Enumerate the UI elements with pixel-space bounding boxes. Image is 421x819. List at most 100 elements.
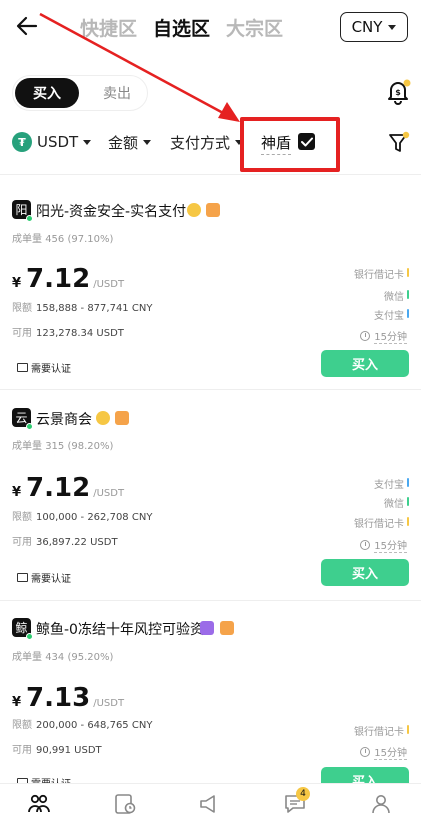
diamond-icon: [200, 621, 214, 635]
online-indicator: [26, 423, 33, 430]
divider: [0, 600, 421, 601]
payment-method: 银行借记卡: [354, 727, 404, 738]
currency-symbol: ¥: [12, 695, 22, 710]
p2p-icon[interactable]: [27, 792, 51, 816]
online-indicator: [26, 215, 33, 222]
limit-value: 158,888 - 877,741 CNY: [36, 303, 153, 314]
buy-tab[interactable]: 买入: [15, 78, 79, 108]
order-stats: 456 (97.10%): [45, 234, 114, 245]
notification-bell-icon[interactable]: $: [385, 78, 411, 106]
payment-color-bar: [407, 517, 409, 526]
payment-color-bar: [407, 268, 409, 277]
chat-badge: 4: [296, 787, 310, 801]
available-label: 可用: [12, 745, 32, 756]
currency-symbol: ¥: [12, 276, 22, 291]
available-label: 可用: [12, 537, 32, 548]
buy-button[interactable]: 买入: [321, 559, 409, 586]
gold-medal-icon: [187, 203, 201, 217]
limit-value: 200,000 - 648,765 CNY: [36, 720, 153, 731]
shield-badge-icon: [206, 203, 220, 217]
price-unit: /USDT: [93, 279, 125, 290]
payment-method: 银行借记卡: [354, 270, 404, 281]
payment-filter[interactable]: 支付方式: [170, 132, 244, 153]
payment-color-bar: [407, 309, 409, 318]
tab-quick[interactable]: 快捷区: [80, 14, 137, 41]
bottom-nav: [0, 783, 421, 819]
usdt-icon: ₮: [12, 132, 32, 152]
order-stats: 434 (95.20%): [45, 652, 114, 663]
orders-icon[interactable]: [113, 792, 137, 816]
stats-label: 成单量: [12, 234, 42, 245]
price-unit: /USDT: [93, 698, 125, 709]
available-value: 36,897.22 USDT: [36, 537, 118, 548]
currency-symbol: ¥: [12, 485, 22, 500]
buy-sell-toggle: 买入 卖出: [12, 75, 148, 111]
limit-label: 限额: [12, 512, 32, 523]
online-indicator: [26, 633, 33, 640]
tab-bulk[interactable]: 大宗区: [226, 14, 283, 41]
payment-method: 支付宝: [374, 480, 404, 491]
time-limit: 15分钟: [374, 537, 407, 553]
divider: [0, 174, 421, 175]
price: ¥ 7.13 /USDT: [12, 683, 124, 713]
price-value: 7.12: [26, 473, 91, 503]
price-value: 7.12: [26, 264, 91, 294]
payment-method: 微信: [384, 499, 404, 510]
shield-badge-icon: [220, 621, 234, 635]
gold-medal-icon: [96, 411, 110, 425]
available-value: 90,991 USDT: [36, 745, 102, 756]
divider: [0, 389, 421, 390]
header: 快捷区 自选区 大宗区 CNY: [0, 0, 421, 56]
filter-funnel-icon[interactable]: [388, 131, 410, 155]
svg-text:$: $: [395, 88, 401, 97]
profile-icon[interactable]: [369, 792, 393, 816]
clock-icon: [360, 331, 371, 341]
amount-label: 金额: [108, 134, 139, 152]
clock-icon: [360, 747, 371, 757]
id-card-icon: [17, 573, 28, 582]
merchant-name[interactable]: 云景商会: [36, 409, 92, 429]
price: ¥ 7.12 /USDT: [12, 264, 124, 294]
buy-button[interactable]: 买入: [321, 350, 409, 377]
clock-icon: [360, 540, 371, 550]
verify-label: 需要认证: [31, 574, 71, 585]
asset-filter[interactable]: ₮ USDT: [12, 132, 92, 152]
tab-custom[interactable]: 自选区: [153, 14, 210, 41]
limit-value: 100,000 - 262,708 CNY: [36, 512, 153, 523]
currency-label: CNY: [351, 18, 383, 36]
stats-label: 成单量: [12, 652, 42, 663]
ads-icon[interactable]: [198, 792, 222, 816]
limit-label: 限额: [12, 303, 32, 314]
market-tabs: 快捷区 自选区 大宗区: [80, 14, 283, 41]
back-arrow-icon[interactable]: [14, 13, 40, 39]
stats-label: 成单量: [12, 441, 42, 452]
currency-select[interactable]: CNY: [340, 12, 408, 42]
limit-label: 限额: [12, 720, 32, 731]
chevron-down-icon: [143, 140, 152, 145]
price: ¥ 7.12 /USDT: [12, 473, 124, 503]
payment-method: 支付宝: [374, 311, 404, 322]
payment-label: 支付方式: [170, 134, 231, 152]
verify-label: 需要认证: [31, 364, 71, 375]
time-limit: 15分钟: [374, 744, 407, 760]
merchant-name[interactable]: 鲸鱼-0冻结十年风控可验资: [36, 619, 204, 639]
sell-tab[interactable]: 卖出: [91, 78, 143, 108]
time-limit: 15分钟: [374, 328, 407, 344]
payment-color-bar: [407, 290, 409, 299]
payment-method: 微信: [384, 292, 404, 303]
merchant-name[interactable]: 阳光-资金安全-实名支付: [36, 201, 186, 221]
amount-filter[interactable]: 金额: [108, 132, 152, 153]
chevron-down-icon: [388, 24, 397, 30]
price-value: 7.13: [26, 683, 91, 713]
available-value: 123,278.34 USDT: [36, 328, 124, 339]
filter-row: ₮ USDT 金额 支付方式 神盾: [12, 128, 412, 160]
order-stats: 315 (98.20%): [45, 441, 114, 452]
payment-color-bar: [407, 497, 409, 506]
chevron-down-icon: [83, 139, 92, 145]
payment-color-bar: [407, 725, 409, 734]
price-unit: /USDT: [93, 488, 125, 499]
payment-color-bar: [407, 478, 409, 487]
shield-badge-icon: [115, 411, 129, 425]
asset-label: USDT: [37, 133, 79, 151]
highlight-box: [240, 117, 340, 172]
